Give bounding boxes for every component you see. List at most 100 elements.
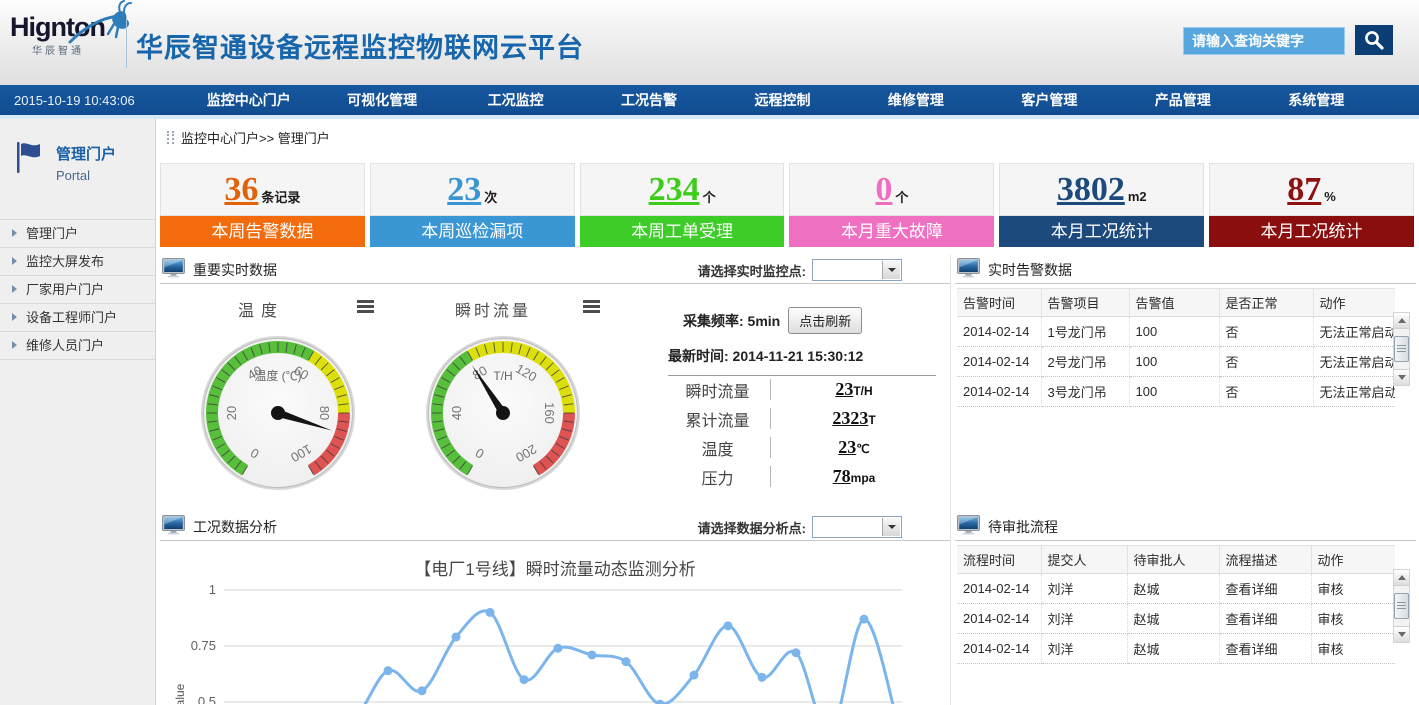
svg-text:T/H: T/H [493,369,512,383]
breadcrumb-text: 监控中心门户>> 管理门户 [181,128,330,147]
refresh-button[interactable]: 点击刷新 [788,307,862,334]
stat-card-6[interactable]: 87%本月工况统计 [1209,163,1414,247]
search-box [1183,27,1345,55]
line-chart-title: 【电厂1号线】瞬时流量动态监测分析 [160,555,950,580]
sidebar-item-2[interactable]: 监控大屏发布 [0,248,155,276]
scroll-up-icon[interactable] [1394,570,1409,586]
breadcrumb-icon [167,131,174,144]
realtime-value-row: 瞬时流量23T/H [665,375,937,404]
svg-text:160: 160 [542,402,557,424]
action-cell[interactable]: 无法正常启动 [1313,317,1395,347]
approval-table: 流程时间提交人待审批人流程描述动作2014-02-14刘洋赵城查看详细审核201… [957,545,1395,664]
action-cell[interactable]: 审核 [1311,574,1395,604]
monitor-icon [162,258,185,278]
table-row: 2014-02-141号龙门吊100否无法正常启动 [957,317,1395,347]
panel-header: 待审批流程 [955,512,1416,541]
scrollbar-thumb[interactable] [1394,336,1409,362]
realtime-point-select[interactable] [812,259,902,281]
action-cell[interactable]: 查看详细 [1219,634,1311,664]
stat-card-2[interactable]: 23次本周巡检漏项 [370,163,575,247]
nav-item-3[interactable]: 工况监控 [449,85,582,115]
flag-icon [14,141,44,175]
stat-value: 23 [447,173,481,207]
realtime-select-label: 请选择实时监控点: [698,261,806,280]
nav-item-7[interactable]: 客户管理 [983,85,1116,115]
action-cell[interactable]: 无法正常启动 [1313,377,1395,407]
data-cell: 2014-02-14 [957,634,1041,664]
data-cell: 100 [1129,377,1219,407]
svg-text:value: value [173,683,187,704]
value-label: 温度 [665,436,770,460]
flow-line-chart: 10.750.5value [160,580,950,704]
stat-card-5[interactable]: 3802m2本月工况统计 [999,163,1204,247]
nav-item-6[interactable]: 维修管理 [849,85,982,115]
value-unit: T [868,413,875,427]
analysis-point-select[interactable] [812,516,902,538]
table-row: 2014-02-14刘洋赵城查看详细审核 [957,634,1395,664]
panel-title-text: 待审批流程 [988,517,1058,537]
data-table: 告警时间告警项目告警值是否正常动作2014-02-141号龙门吊100否无法正常… [957,288,1395,407]
data-table: 流程时间提交人待审批人流程描述动作2014-02-14刘洋赵城查看详细审核201… [957,545,1395,664]
temperature-gauge: 020406080100温度 (℃) [198,333,358,493]
sidebar-item-5[interactable]: 维修人员门户 [0,332,155,360]
action-cell[interactable]: 查看详细 [1219,604,1311,634]
monitor-icon [957,258,980,278]
main-content: 监控中心门户>> 管理门户 36条记录本周告警数据23次本周巡检漏项234个本周… [157,119,1419,705]
action-cell[interactable]: 无法正常启动 [1313,347,1395,377]
action-cell[interactable]: 审核 [1311,604,1395,634]
data-cell: 2014-02-14 [957,574,1041,604]
column-divider [950,255,951,705]
stat-card-3[interactable]: 234个本周工单受理 [580,163,785,247]
data-cell: 2号龙门吊 [1041,347,1129,377]
gauge-menu-icon[interactable] [357,300,374,313]
scroll-down-icon[interactable] [1394,626,1409,642]
action-cell[interactable]: 审核 [1311,634,1395,664]
stat-unit: 个 [895,187,908,206]
value-cell: 78mpa [770,466,937,487]
stat-card-1[interactable]: 36条记录本周告警数据 [160,163,365,247]
scroll-up-icon[interactable] [1394,313,1409,329]
data-cell: 赵城 [1127,604,1219,634]
column-header: 流程时间 [957,546,1041,574]
nav-item-2[interactable]: 可视化管理 [315,85,448,115]
stat-card-4[interactable]: 0个本月重大故障 [789,163,994,247]
data-cell: 2014-02-14 [957,604,1041,634]
panel-header: 实时告警数据 [955,255,1416,284]
value-number: 2323 [832,408,868,428]
latest-time-label: 最新时间: 2014-11-21 15:30:12 [668,346,936,376]
realtime-value-row: 累计流量2323T [665,404,937,433]
value-number: 23 [838,437,856,457]
search-button[interactable] [1355,25,1393,55]
portal-subtitle: Portal [56,168,155,183]
stat-value: 3802 [1057,173,1125,207]
svg-text:0.75: 0.75 [191,638,216,653]
data-cell: 否 [1219,377,1313,407]
nav-item-1[interactable]: 监控中心门户 [182,85,315,115]
scroll-down-icon[interactable] [1394,369,1409,385]
action-cell[interactable]: 查看详细 [1219,574,1311,604]
approval-table-scrollbar[interactable] [1393,569,1410,643]
alarm-table-scrollbar[interactable] [1393,312,1410,386]
sidebar-item-3[interactable]: 厂家用户门户 [0,276,155,304]
panel-realtime-data: 重要实时数据 请选择实时监控点: 温度 瞬时流量 020406080100温度 … [160,255,950,505]
column-header: 流程描述 [1219,546,1311,574]
portal-title: 管理门户 [56,143,155,164]
scrollbar-thumb[interactable] [1394,593,1409,619]
nav-item-8[interactable]: 产品管理 [1116,85,1249,115]
column-header: 告警值 [1129,289,1219,317]
sidebar-item-1[interactable]: 管理门户 [0,220,155,248]
data-cell: 100 [1129,317,1219,347]
nav-item-5[interactable]: 远程控制 [716,85,849,115]
panel-title-text: 工况数据分析 [193,517,277,537]
gauge-menu-icon[interactable] [583,300,600,313]
nav-item-4[interactable]: 工况告警 [582,85,715,115]
search-input[interactable] [1184,28,1344,54]
chevron-down-icon[interactable] [882,518,900,536]
analysis-select-label: 请选择数据分析点: [698,518,806,537]
sidebar-item-4[interactable]: 设备工程师门户 [0,304,155,332]
stats-row: 36条记录本周告警数据23次本周巡检漏项234个本周工单受理0个本月重大故障38… [160,163,1414,247]
nav-item-9[interactable]: 系统管理 [1250,85,1383,115]
chevron-down-icon[interactable] [882,261,900,279]
stat-value: 36 [224,173,258,207]
panel-header: 工况数据分析 请选择数据分析点: [160,512,950,541]
